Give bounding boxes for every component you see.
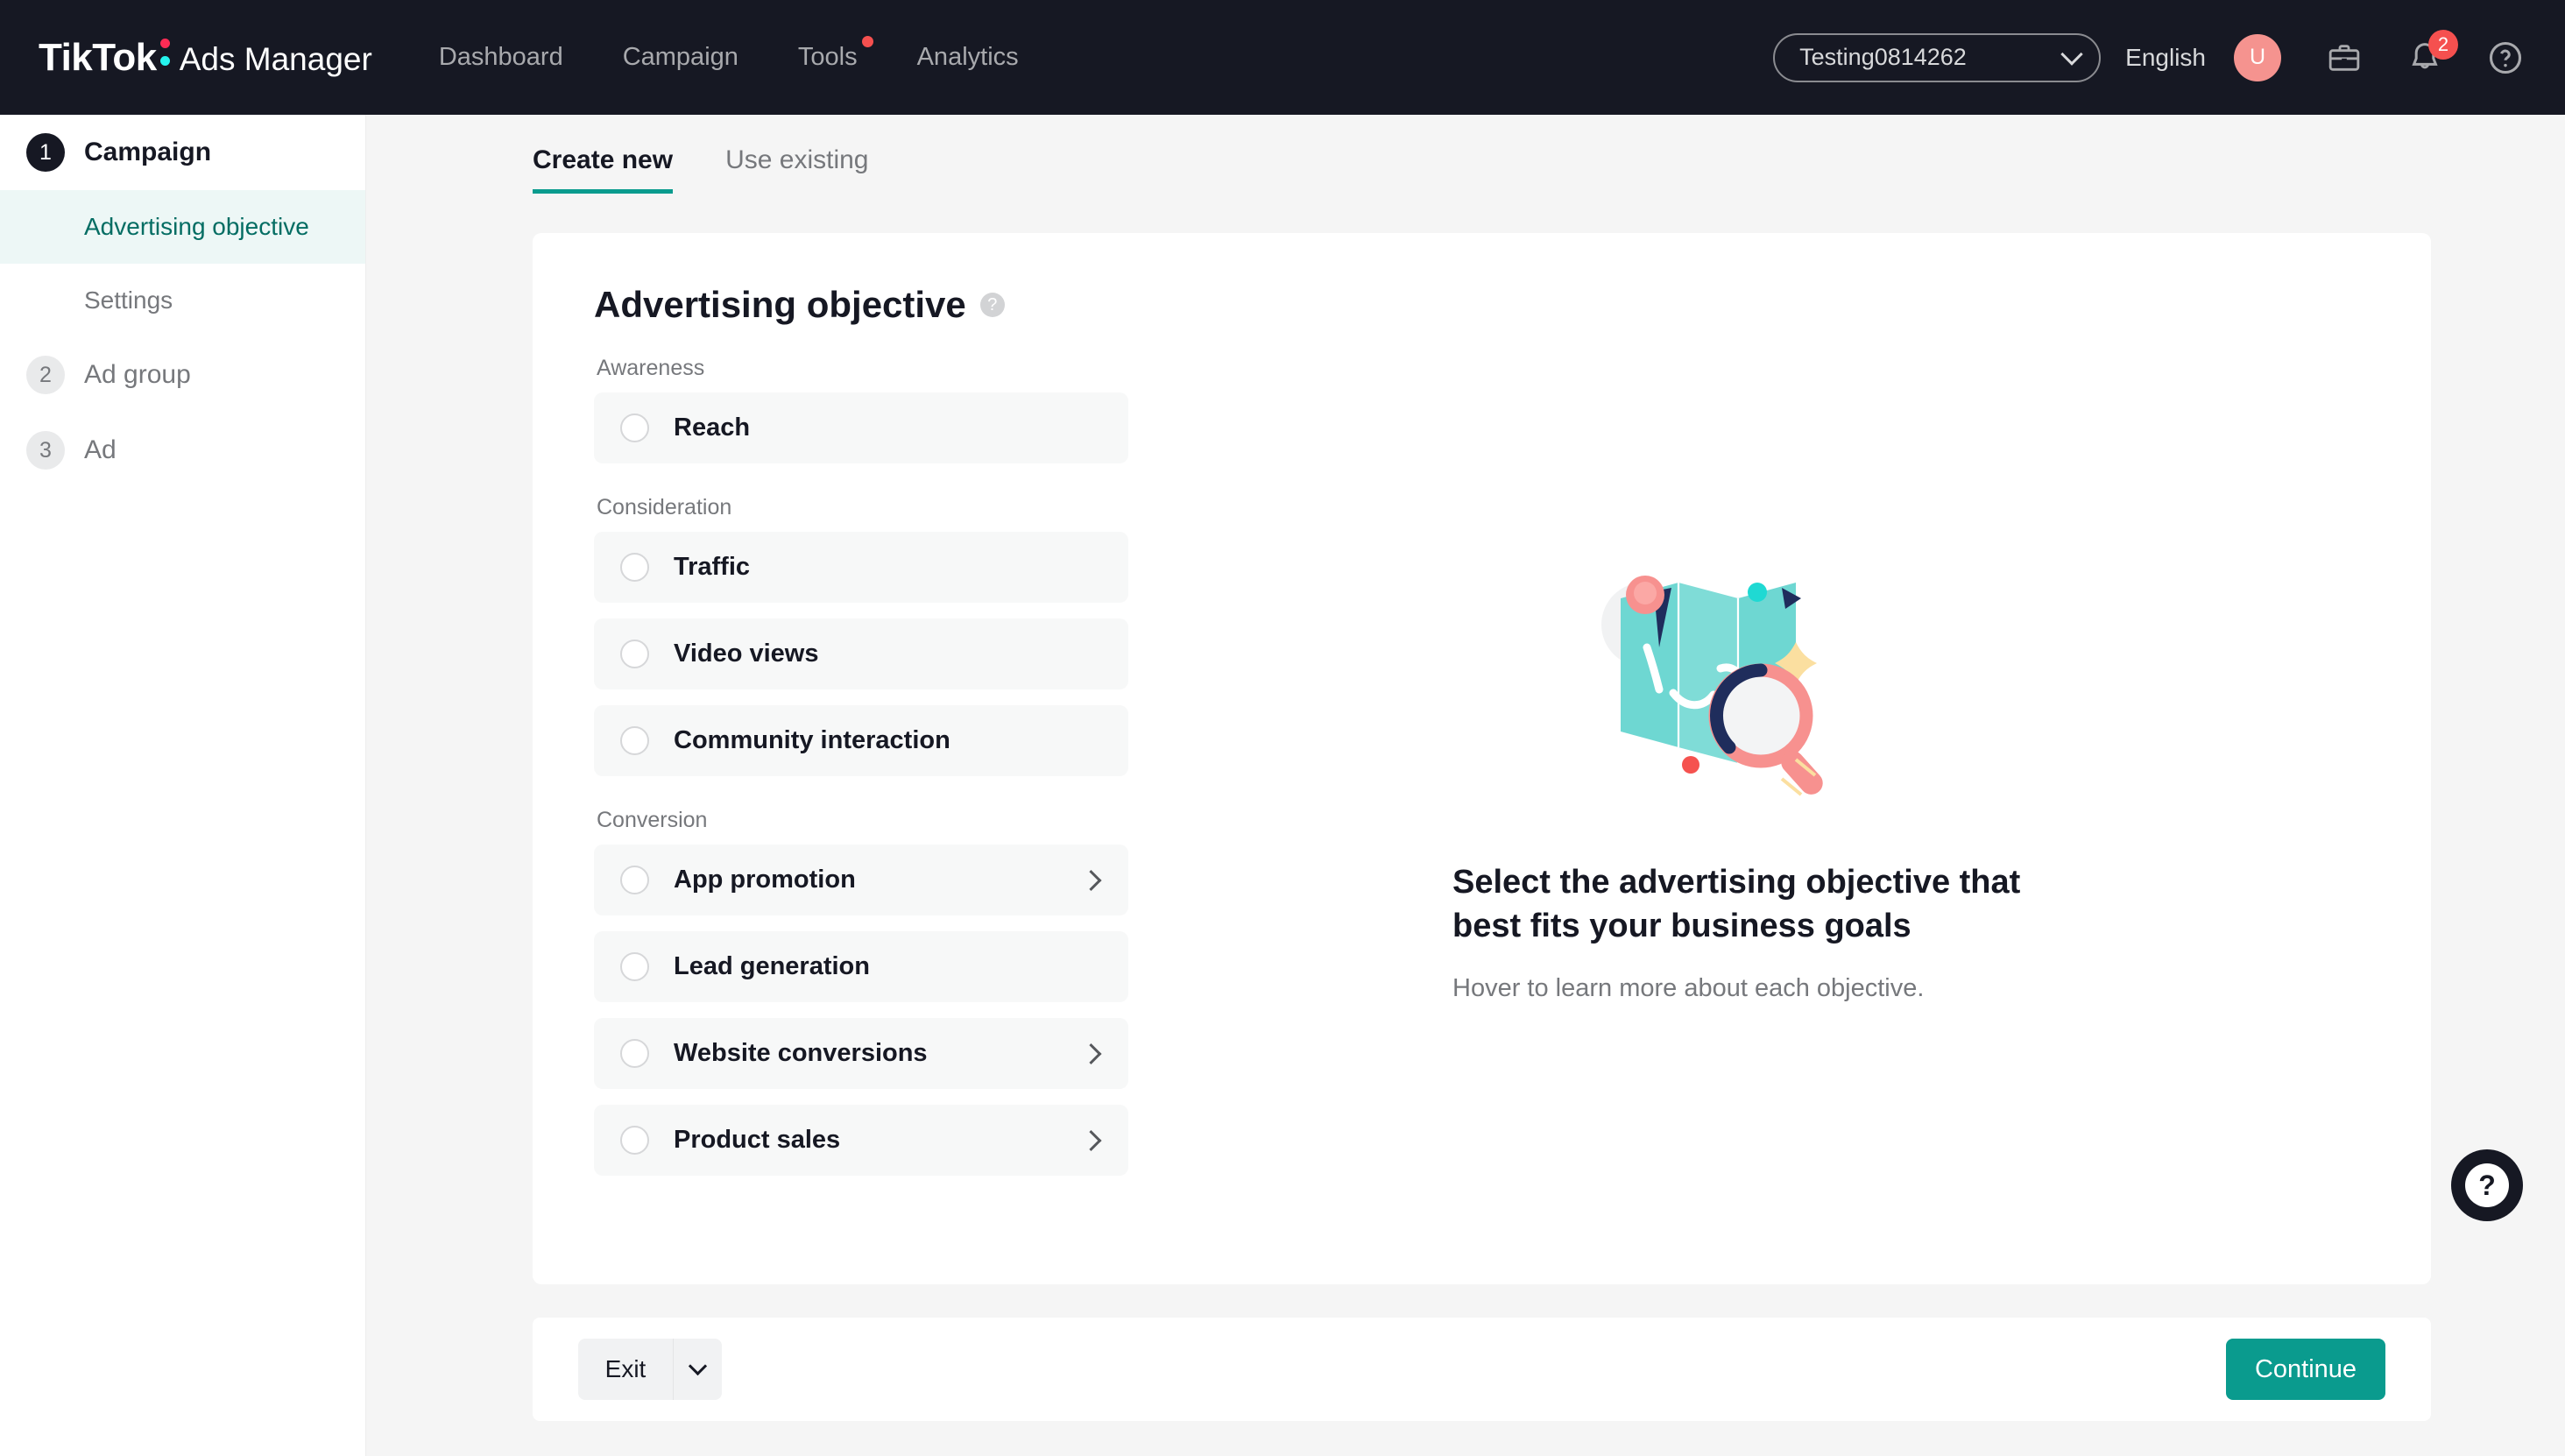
step-number-badge: 2 xyxy=(26,356,65,394)
continue-button[interactable]: Continue xyxy=(2226,1339,2385,1400)
nav-item-tools[interactable]: Tools xyxy=(795,36,873,77)
nav-item-dashboard[interactable]: Dashboard xyxy=(435,38,567,77)
nav-item-campaign[interactable]: Campaign xyxy=(619,38,742,77)
nav-label: Tools xyxy=(797,43,858,71)
radio-button[interactable] xyxy=(620,1126,649,1155)
continue-label: Continue xyxy=(2254,1354,2357,1383)
exit-label: Exit xyxy=(604,1355,647,1382)
group-label-awareness: Awareness xyxy=(597,356,705,380)
logo-tiktok-text: TikTok xyxy=(39,36,157,79)
radio-button[interactable] xyxy=(620,726,649,755)
logo-colon-icon xyxy=(159,35,173,70)
notifications-button[interactable]: 2 xyxy=(2400,29,2458,82)
objective-option-website-conversions[interactable]: Website conversions xyxy=(594,1018,1128,1089)
chevron-down-icon xyxy=(688,1356,708,1376)
objective-option-lead-generation[interactable]: Lead generation xyxy=(594,931,1128,1002)
account-selector[interactable]: Testing0814262 xyxy=(1773,32,2102,82)
section-header: Advertising objective ? xyxy=(594,284,1005,326)
tab-label: Create new xyxy=(533,145,674,174)
briefcase-icon xyxy=(2328,44,2360,71)
tab-use-existing[interactable]: Use existing xyxy=(725,145,868,194)
sidebar-item-label: Advertising objective xyxy=(84,213,309,240)
step-label: Campaign xyxy=(84,138,212,166)
group-label-conversion: Conversion xyxy=(597,808,708,832)
sidebar-step-campaign[interactable]: 1 Campaign xyxy=(0,115,365,190)
chevron-right-icon xyxy=(1080,1129,1102,1151)
briefcase-button[interactable] xyxy=(2320,33,2369,82)
radio-button[interactable] xyxy=(620,1039,649,1068)
objective-label: Reach xyxy=(674,413,751,442)
objective-label: Product sales xyxy=(674,1126,841,1154)
logo-ads-manager-text: Ads Manager xyxy=(179,41,372,77)
tab-label: Use existing xyxy=(725,145,869,174)
notification-dot-icon xyxy=(861,36,873,47)
step-number-badge: 3 xyxy=(26,431,65,470)
floating-help-button[interactable]: ? xyxy=(2451,1149,2523,1221)
nav-label: Campaign xyxy=(622,43,738,71)
objective-label: Website conversions xyxy=(674,1039,928,1067)
account-name: Testing0814262 xyxy=(1799,44,1967,70)
promo-title: Select the advertising objective that be… xyxy=(1452,864,2021,945)
help-circle-icon xyxy=(2489,41,2522,74)
objective-option-product-sales[interactable]: Product sales xyxy=(594,1105,1128,1176)
group-label-consideration: Consideration xyxy=(597,495,732,519)
nav-label: Dashboard xyxy=(438,43,563,71)
step-number-badge: 1 xyxy=(26,133,65,172)
radio-button[interactable] xyxy=(620,866,649,894)
objective-option-reach[interactable]: Reach xyxy=(594,392,1128,463)
exit-dropdown-toggle[interactable] xyxy=(674,1339,722,1400)
sidebar-step-ad[interactable]: 3 Ad xyxy=(0,413,365,488)
sidebar-item-label: Settings xyxy=(84,286,173,314)
objective-option-video-views[interactable]: Video views xyxy=(594,618,1128,689)
tab-create-new[interactable]: Create new xyxy=(533,145,674,194)
main-nav: Dashboard Campaign Tools Analytics xyxy=(435,36,1022,77)
wizard-footer-bar: Exit Continue xyxy=(533,1318,2431,1421)
radio-button[interactable] xyxy=(620,553,649,582)
objective-label: Community interaction xyxy=(674,726,950,754)
advertising-objective-card: Advertising objective ? Awareness Reach … xyxy=(533,233,2431,1284)
help-circle-icon[interactable]: ? xyxy=(979,293,1005,317)
nav-label: Analytics xyxy=(916,43,1019,71)
main-content: Create new Use existing Advertising obje… xyxy=(366,115,2565,1456)
step-label: Ad xyxy=(84,435,117,464)
objective-promo-panel: Select the advertising objective that be… xyxy=(1452,544,2241,1003)
creation-mode-tabs: Create new Use existing xyxy=(533,115,2565,194)
help-button[interactable] xyxy=(2481,33,2530,82)
tiktok-ads-manager-logo[interactable]: TikTok Ads Manager xyxy=(39,35,372,80)
step-label: Ad group xyxy=(84,360,191,389)
nav-item-analytics[interactable]: Analytics xyxy=(914,38,1022,77)
objective-option-app-promotion[interactable]: App promotion xyxy=(594,845,1128,915)
campaign-steps-sidebar: 1 Campaign Advertising objective Setting… xyxy=(0,115,366,1456)
objective-options-list: Awareness Reach Consideration Traffic Vi… xyxy=(594,356,1128,1191)
avatar-initial: U xyxy=(2249,45,2266,69)
promo-subtitle: Hover to learn more about each objective… xyxy=(1452,974,1925,1003)
language-label: English xyxy=(2125,43,2206,71)
sidebar-step-ad-group[interactable]: 2 Ad group xyxy=(0,337,365,413)
exit-split-button[interactable]: Exit xyxy=(578,1339,722,1400)
objective-label: Video views xyxy=(674,640,819,668)
radio-button[interactable] xyxy=(620,640,649,668)
radio-button[interactable] xyxy=(620,413,649,442)
sidebar-item-settings[interactable]: Settings xyxy=(0,264,365,337)
objective-label: Lead generation xyxy=(674,952,870,980)
map-and-magnifier-illustration xyxy=(1601,576,1823,796)
objective-label: App promotion xyxy=(674,866,856,894)
chevron-right-icon xyxy=(1080,869,1102,891)
radio-button[interactable] xyxy=(620,952,649,981)
page-title: Advertising objective xyxy=(594,284,966,325)
top-bar-right-controls: Testing0814262 English U 2 xyxy=(1773,0,2530,115)
language-selector[interactable]: English xyxy=(2125,44,2206,72)
top-navigation-bar: TikTok Ads Manager Dashboard Campaign To… xyxy=(0,0,2565,115)
objective-option-community-interaction[interactable]: Community interaction xyxy=(594,705,1128,776)
sidebar-item-advertising-objective[interactable]: Advertising objective xyxy=(0,190,365,264)
chevron-down-icon xyxy=(2060,43,2083,66)
objective-option-traffic[interactable]: Traffic xyxy=(594,532,1128,603)
question-mark-icon: ? xyxy=(2465,1163,2509,1207)
chevron-right-icon xyxy=(1080,1043,1102,1064)
objective-label: Traffic xyxy=(674,553,751,581)
avatar[interactable]: U xyxy=(2234,33,2281,81)
exit-button[interactable]: Exit xyxy=(578,1339,674,1400)
notification-count-badge: 2 xyxy=(2428,29,2458,60)
